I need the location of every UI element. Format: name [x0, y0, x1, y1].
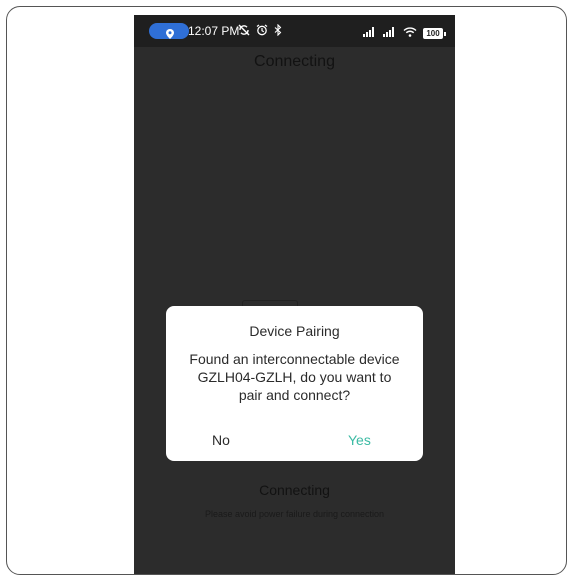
wifi-icon — [403, 24, 417, 42]
battery-icon: 100 — [423, 27, 446, 39]
battery-level: 100 — [426, 28, 440, 38]
signal-2-icon — [383, 24, 397, 42]
location-pin-icon — [166, 26, 174, 44]
bluetooth-icon — [274, 23, 282, 41]
status-bar: 12:07 PM 100 — [134, 15, 455, 47]
location-indicator — [149, 23, 189, 39]
dialog-title: Device Pairing — [249, 323, 340, 339]
page-title: Connecting — [254, 53, 335, 70]
phone-screen: 12:07 PM 100 Connecting Device Pairing F… — [134, 15, 455, 574]
sync-off-icon — [238, 23, 250, 41]
connecting-status: Connecting — [259, 482, 330, 498]
status-time: 12:07 PM — [188, 24, 240, 38]
battery-tip — [444, 31, 446, 36]
status-right-icons: 100 — [363, 24, 446, 42]
dialog-message: Found an interconnectable device GZLH04-… — [189, 351, 400, 403]
device-pairing-dialog: Device Pairing Found an interconnectable… — [166, 306, 423, 461]
connection-warning: Please avoid power failure during connec… — [204, 509, 385, 519]
no-button[interactable]: No — [212, 431, 230, 449]
status-left-icons — [238, 23, 282, 41]
signal-1-icon — [363, 24, 377, 42]
yes-button[interactable]: Yes — [348, 431, 371, 449]
alarm-icon — [256, 23, 268, 41]
